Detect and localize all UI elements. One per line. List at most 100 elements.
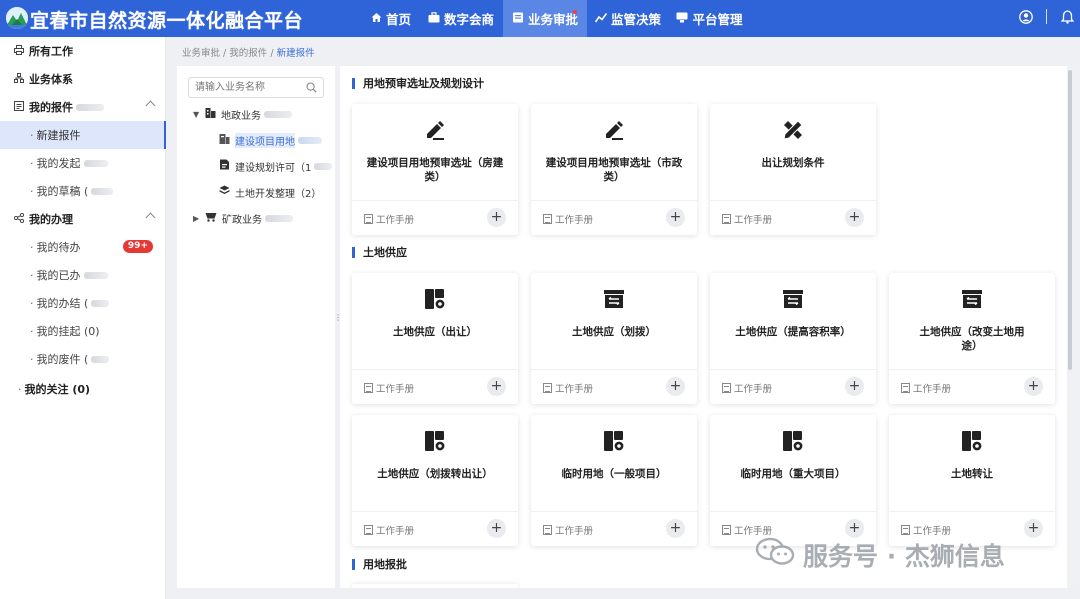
work-manual-link[interactable]: 工作手册 [543,381,593,395]
sidebar-item-my-discarded[interactable]: 我的废件 ( [0,345,166,373]
sidebar-item-my-done[interactable]: 我的已办 [0,261,166,289]
add-button[interactable]: + [666,208,685,227]
sidebar-item-my-drafts[interactable]: 我的草稿 ( [0,177,166,205]
approval-icon [512,11,524,26]
business-card[interactable]: 出让规划条件 工作手册 + [710,104,876,235]
business-card-partial[interactable] [352,584,518,588]
work-manual-link[interactable]: 工作手册 [543,523,593,537]
work-manual-link[interactable]: 工作手册 [901,381,951,395]
tree-node-land-affairs[interactable]: ▼ 地政业务 [193,106,292,122]
transfer-box-icon [781,287,805,311]
work-manual-link[interactable]: 工作手册 [364,381,414,395]
user-icon[interactable] [1019,10,1033,27]
search-icon[interactable] [306,82,317,96]
add-button[interactable]: + [845,208,864,227]
caret-down-icon[interactable]: ▼ [193,110,205,119]
add-button[interactable]: + [666,377,685,396]
business-card[interactable]: 土地供应（提高容积率） 工作手册 + [710,273,876,404]
sidebar-item-label: 我的办理 [29,213,73,226]
wechat-icon [755,537,795,573]
ruler-pencil-icon [781,118,805,142]
sidebar: 所有工作 业务体系 我的报件 新建报件 我的发起 我的草稿 ( 我的办理 我的待… [0,37,166,599]
sidebar-item-my-suspended[interactable]: 我的挂起 (0) [0,317,166,345]
section-title: 土地供应 [352,247,407,258]
sidebar-item-label: 新建报件 [36,129,81,142]
business-card[interactable]: 土地供应（划拨） 工作手册 + [531,273,697,404]
blurred-count [265,214,293,222]
nav-supervision-decision[interactable]: 监管决策 [592,0,664,37]
card-title: 出让规划条件 [761,157,825,169]
tree-node-planning-permit[interactable]: 建设规划许可（1 [219,158,333,174]
card-footer: 工作手册 + [531,200,697,235]
business-card[interactable]: 建设项目用地预审选址（房建类） 工作手册 + [352,104,518,235]
layers-icon [219,185,230,199]
add-button[interactable]: + [845,377,864,396]
work-manual-link[interactable]: 工作手册 [722,381,772,395]
business-card[interactable]: 临时用地（重大项目） 工作手册 + [710,415,876,546]
work-manual-link[interactable]: 工作手册 [722,212,772,226]
blurred-count [298,136,322,144]
sidebar-item-label: 我的已办 [36,269,81,282]
add-button[interactable]: + [1024,519,1043,538]
tree-node-construction-land[interactable]: 建设项目用地 [219,132,322,148]
business-card[interactable]: 建设项目用地预审选址（市政类） 工作手册 + [531,104,697,235]
sidebar-item-all-work[interactable]: 所有工作 [0,37,166,65]
business-card[interactable]: 土地供应（划拨转出让） 工作手册 + [352,415,518,546]
add-button[interactable]: + [487,519,506,538]
work-manual-link[interactable]: 工作手册 [901,523,951,537]
caret-right-icon[interactable]: ▶ [193,214,205,223]
sidebar-item-new-report[interactable]: 新建报件 [0,121,166,149]
nav-home[interactable]: 首页 [365,0,417,37]
sidebar-item-business-system[interactable]: 业务体系 [0,65,166,93]
add-button[interactable]: + [487,377,506,396]
add-button[interactable]: + [666,519,685,538]
panel-resize-handle[interactable]: ⋮ [334,314,342,330]
breadcrumb-item[interactable]: 我的报件 [229,48,267,59]
add-button[interactable]: + [845,519,864,538]
sidebar-item-my-handling[interactable]: 我的办理 [0,205,166,233]
work-manual-link[interactable]: 工作手册 [364,523,414,537]
sidebar-item-my-follow[interactable]: · 我的关注 (0) [0,375,166,403]
manual-label: 工作手册 [734,215,773,226]
sidebar-item-label: 我的草稿 ( [36,185,89,198]
manual-icon [364,383,373,393]
manual-label: 工作手册 [913,526,952,537]
nav-business-approval[interactable]: 业务审批 [503,0,587,37]
sidebar-item-my-reports[interactable]: 我的报件 [0,93,166,121]
add-button[interactable]: + [1024,377,1043,396]
business-card[interactable]: 临时用地（一般项目） 工作手册 + [531,415,697,546]
work-manual-link[interactable]: 工作手册 [722,523,772,537]
tree-search-input[interactable] [195,80,300,95]
main-scrollbar[interactable] [1067,66,1073,588]
card-footer: 工作手册 + [352,369,518,404]
manual-icon [722,214,731,224]
nav-platform-management-label: 平台管理 [692,12,743,27]
chevron-up-icon[interactable] [145,212,156,223]
scrollbar-thumb[interactable] [1068,70,1072,370]
nav-digital-consult[interactable]: 数字会商 [425,0,497,37]
tree-node-mining-affairs[interactable]: ▶ 矿政业务 [193,210,293,226]
business-card[interactable]: 土地供应（改变土地用途） 工作手册 + [889,273,1055,404]
card-title: 土地供应（改变土地用途） [919,326,1025,352]
breadcrumb-item[interactable]: 业务审批 [182,48,220,59]
nav-platform-management[interactable]: 平台管理 [672,0,747,37]
sidebar-item-my-initiated[interactable]: 我的发起 [0,149,166,177]
add-button[interactable]: + [487,208,506,227]
business-card[interactable]: 土地转让 工作手册 + [889,415,1055,546]
tree-search-box[interactable] [188,77,324,98]
sidebar-item-label: 我的办结 ( [36,297,89,310]
business-card[interactable]: 土地供应（出让） 工作手册 + [352,273,518,404]
card-footer: 工作手册 + [710,200,876,235]
bell-icon[interactable] [1060,10,1075,27]
sidebar-item-my-completed[interactable]: 我的办结 ( [0,289,166,317]
tree-node-land-development[interactable]: 土地开发整理（2） [219,184,321,200]
work-manual-link[interactable]: 工作手册 [364,212,414,226]
chevron-up-icon[interactable] [145,100,156,111]
printer-icon [13,44,25,58]
manual-icon [364,525,373,535]
card-title: 建设项目用地预审选址（房建类） [366,157,504,183]
sidebar-item-my-todo[interactable]: 我的待办 99+ [0,233,166,261]
manual-icon [543,525,552,535]
work-manual-link[interactable]: 工作手册 [543,212,593,226]
business-tree-panel: ▼ 地政业务 建设项目用地 建设规划许可（1 土地开发整理（2） ▶ 矿政业务 [177,66,335,588]
